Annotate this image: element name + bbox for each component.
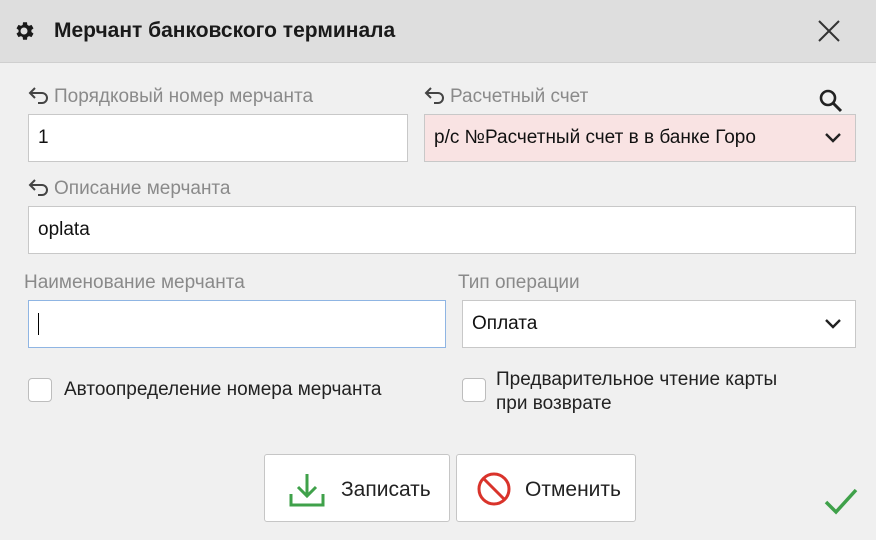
chevron-down-icon [825, 133, 841, 143]
merchant-name-input[interactable] [28, 300, 446, 348]
cancel-button[interactable]: Отменить [456, 454, 636, 522]
undo-icon[interactable] [28, 86, 50, 104]
check-icon [824, 488, 858, 515]
title-bar: Мерчант банковского терминала [0, 0, 876, 63]
close-icon[interactable] [812, 14, 846, 48]
gear-icon [16, 22, 34, 40]
pre-read-checkbox[interactable] [462, 378, 486, 402]
merchant-description-input[interactable]: oplata [28, 206, 856, 254]
auto-detect-label: Автоопределение номера мерчанта [64, 379, 382, 400]
merchant-number-label: Порядковый номер мерчанта [28, 86, 313, 108]
pre-read-label: Предварительное чтение карты при возврат… [496, 369, 778, 414]
undo-icon[interactable] [28, 178, 50, 196]
search-icon[interactable] [818, 88, 844, 114]
operation-type-select[interactable]: Оплата [462, 300, 856, 348]
cancel-icon [477, 472, 511, 506]
save-button[interactable]: Записать [264, 454, 450, 522]
merchant-description-label: Описание мерчанта [28, 178, 231, 200]
download-icon [289, 474, 325, 507]
chevron-down-icon [825, 319, 841, 329]
undo-icon[interactable] [424, 86, 446, 104]
save-button-label: Записать [341, 478, 431, 501]
merchant-number-input[interactable]: 1 [28, 114, 408, 162]
merchant-name-label: Наименование мерчанта [24, 272, 245, 293]
settlement-account-select[interactable]: р/с №Расчетный счет в в банке Горо [424, 114, 856, 162]
operation-type-label: Тип операции [458, 272, 580, 293]
text-caret [38, 313, 39, 335]
cancel-button-label: Отменить [525, 478, 621, 501]
window-title: Мерчант банковского терминала [54, 19, 396, 42]
settlement-account-label: Расчетный счет [424, 86, 588, 108]
auto-detect-checkbox[interactable] [28, 378, 52, 402]
